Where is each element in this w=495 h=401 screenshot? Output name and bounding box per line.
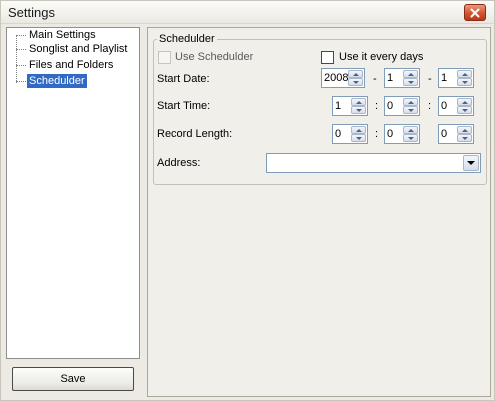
spin-up-arrow-icon[interactable] (403, 70, 418, 78)
spin-up-arrow-icon[interactable] (457, 70, 472, 78)
spin-down-arrow-icon[interactable] (403, 106, 418, 114)
tree-item-label: Files and Folders (29, 59, 114, 71)
spin-down-arrow-icon[interactable] (348, 78, 363, 86)
address-combobox[interactable] (266, 153, 481, 173)
use-scheduler-label: Use Schedulder (175, 51, 254, 63)
spin-down-arrow-icon[interactable] (457, 106, 472, 114)
spinner-value: 1 (335, 100, 342, 112)
spinner-value: 0 (441, 100, 448, 112)
date-separator: - (428, 73, 432, 85)
spinner-value: 0 (335, 128, 342, 140)
spinner-value: 1 (441, 72, 448, 84)
use-every-day-checkbox[interactable] (321, 51, 334, 64)
time-separator: : (375, 128, 379, 140)
spin-up-arrow-icon[interactable] (457, 98, 472, 106)
tree-item-label: Songlist and Playlist (29, 43, 128, 55)
time-separator: : (428, 100, 432, 112)
tree-item-label: Schedulder (27, 74, 87, 88)
start-date-day-spinner[interactable]: 1 (438, 68, 474, 88)
spin-up-arrow-icon[interactable] (348, 70, 363, 78)
spinner-value: 0 (441, 128, 448, 140)
spin-up-arrow-icon[interactable] (457, 126, 472, 134)
save-button[interactable]: Save (12, 367, 134, 391)
settings-window: Settings Main Settings Songlist and Play… (0, 0, 495, 401)
spin-down-arrow-icon[interactable] (351, 106, 366, 114)
use-every-day-label: Use it every days (339, 51, 424, 63)
window-title: Settings (8, 5, 55, 20)
start-time-second-spinner[interactable]: 0 (438, 96, 474, 116)
settings-tree[interactable]: Main Settings Songlist and Playlist File… (6, 27, 140, 359)
address-label: Address: (157, 157, 201, 169)
start-time-label: Start Time: (157, 100, 211, 112)
start-date-month-spinner[interactable]: 1 (384, 68, 420, 88)
start-time-hour-spinner[interactable]: 1 (332, 96, 368, 116)
close-button[interactable] (464, 4, 486, 21)
start-time-minute-spinner[interactable]: 0 (384, 96, 420, 116)
spin-up-arrow-icon[interactable] (403, 126, 418, 134)
spin-up-arrow-icon[interactable] (403, 98, 418, 106)
spinner-value: 1 (387, 72, 394, 84)
spin-down-arrow-icon[interactable] (457, 78, 472, 86)
chevron-down-icon[interactable] (463, 155, 479, 171)
tree-item-label: Main Settings (29, 29, 96, 41)
spin-down-arrow-icon[interactable] (457, 134, 472, 142)
start-date-label: Start Date: (157, 73, 210, 85)
record-length-minute-spinner[interactable]: 0 (384, 124, 420, 144)
tree-item-scheduler[interactable]: Schedulder (16, 74, 87, 88)
scheduler-group-title: Schedulder (157, 33, 217, 45)
record-length-hour-spinner[interactable]: 0 (332, 124, 368, 144)
tree-item-main-settings[interactable]: Main Settings (16, 28, 98, 42)
tree-item-files-folders[interactable]: Files and Folders (16, 58, 115, 72)
start-date-year-spinner[interactable]: 2008 (321, 68, 365, 88)
record-length-label: Record Length: (157, 128, 233, 140)
close-icon (470, 8, 480, 17)
title-bar[interactable]: Settings (1, 1, 494, 24)
spin-up-arrow-icon[interactable] (351, 126, 366, 134)
use-scheduler-checkbox[interactable] (158, 51, 171, 64)
time-separator: : (375, 100, 379, 112)
spin-up-arrow-icon[interactable] (351, 98, 366, 106)
tree-item-songlist-playlist[interactable]: Songlist and Playlist (16, 42, 129, 56)
spin-down-arrow-icon[interactable] (403, 134, 418, 142)
spinner-value: 2008 (324, 72, 349, 84)
spin-down-arrow-icon[interactable] (351, 134, 366, 142)
spin-down-arrow-icon[interactable] (403, 78, 418, 86)
spinner-value: 0 (387, 128, 394, 140)
spinner-value: 0 (387, 100, 394, 112)
record-length-second-spinner[interactable]: 0 (438, 124, 474, 144)
date-separator: - (373, 73, 377, 85)
